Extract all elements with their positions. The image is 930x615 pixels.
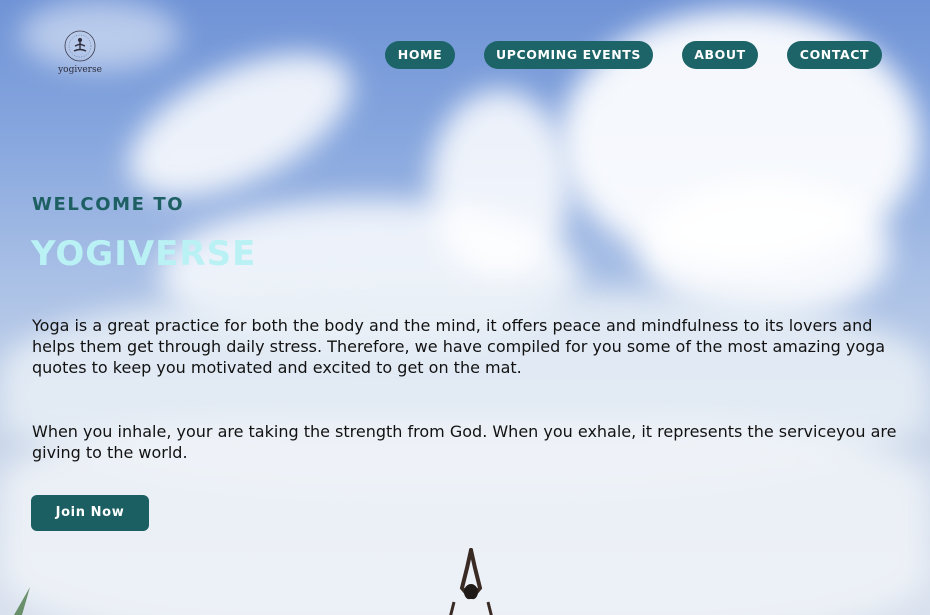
- quote-paragraph: When you inhale, your are taking the str…: [32, 422, 897, 462]
- hero-page: yogiverse HOME UPCOMING EVENTS ABOUT CON…: [0, 0, 930, 615]
- main-nav: HOME UPCOMING EVENTS ABOUT CONTACT: [0, 41, 930, 69]
- plant-leaf-image: [14, 587, 30, 615]
- brand-title: YOGIVERSE: [31, 234, 257, 274]
- nav-contact-button[interactable]: CONTACT: [787, 41, 882, 69]
- nav-home-button[interactable]: HOME: [385, 41, 455, 69]
- join-now-button[interactable]: Join Now: [31, 495, 149, 531]
- nav-about-button[interactable]: ABOUT: [682, 41, 758, 69]
- yoga-person-image: [449, 548, 493, 615]
- nav-upcoming-events-button[interactable]: UPCOMING EVENTS: [484, 41, 653, 69]
- intro-paragraph: Yoga is a great practice for both the bo…: [32, 316, 886, 377]
- welcome-heading: WELCOME TO: [32, 194, 185, 215]
